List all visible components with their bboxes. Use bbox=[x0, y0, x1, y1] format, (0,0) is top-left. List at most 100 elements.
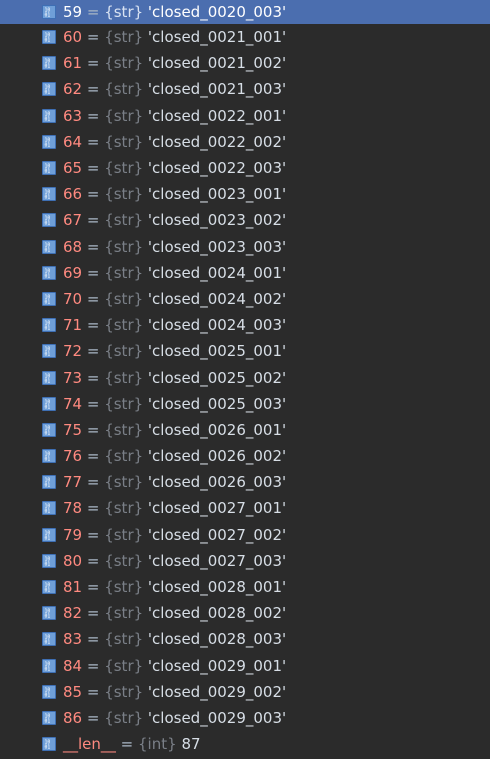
variable-index: 80 bbox=[63, 551, 83, 570]
variable-row[interactable]: 10 01 61 = {str} 'closed_0021_002' bbox=[0, 50, 490, 76]
svg-text:01: 01 bbox=[45, 587, 51, 592]
variable-text: 66 = {str} 'closed_0023_001' bbox=[63, 181, 286, 207]
variable-text: 84 = {str} 'closed_0029_001' bbox=[63, 653, 286, 679]
variable-value: 'closed_0029_002' bbox=[143, 682, 287, 701]
variable-row[interactable]: 10 01 77 = {str} 'closed_0026_003' bbox=[0, 469, 490, 495]
variable-row[interactable]: 10 01 60 = {str} 'closed_0021_001' bbox=[0, 24, 490, 50]
svg-text:01: 01 bbox=[45, 483, 51, 488]
svg-text:01: 01 bbox=[45, 692, 51, 697]
variable-index: 66 bbox=[63, 185, 83, 204]
svg-text:01: 01 bbox=[45, 325, 51, 330]
svg-text:01: 01 bbox=[45, 378, 51, 383]
variable-index: 69 bbox=[63, 263, 83, 282]
variable-value: 'closed_0024_001' bbox=[143, 263, 287, 282]
variable-row[interactable]: 10 01 75 = {str} 'closed_0026_001' bbox=[0, 417, 490, 443]
variable-value: 'closed_0023_002' bbox=[143, 211, 287, 230]
variable-text: 62 = {str} 'closed_0021_003' bbox=[63, 76, 286, 102]
variable-type: {str} bbox=[104, 237, 144, 256]
len-value: 87 bbox=[176, 735, 201, 754]
variable-type: {str} bbox=[104, 211, 144, 230]
variable-type: {str} bbox=[104, 316, 144, 335]
variable-index: 65 bbox=[63, 159, 83, 178]
variable-row[interactable]: 10 01 76 = {str} 'closed_0026_002' bbox=[0, 443, 490, 469]
variable-value: 'closed_0028_003' bbox=[143, 630, 287, 649]
variable-value: 'closed_0021_001' bbox=[143, 28, 287, 47]
variable-value: 'closed_0027_002' bbox=[143, 525, 287, 544]
variable-equals: = bbox=[82, 499, 105, 518]
variable-row[interactable]: 10 01 70 = {str} 'closed_0024_002' bbox=[0, 286, 490, 312]
variable-value: 'closed_0026_002' bbox=[143, 447, 287, 466]
variable-row[interactable]: 10 01 67 = {str} 'closed_0023_002' bbox=[0, 207, 490, 233]
variable-type: {str} bbox=[104, 420, 144, 439]
variable-equals: = bbox=[82, 447, 105, 466]
variable-row-selected[interactable]: 10 01 59 = {str} 'closed_0020_003' bbox=[0, 0, 490, 24]
variable-equals: = bbox=[82, 289, 105, 308]
variable-row[interactable]: 10 01 83 = {str} 'closed_0028_003' bbox=[0, 626, 490, 652]
variable-index: 85 bbox=[63, 682, 83, 701]
variable-value: 'closed_0025_003' bbox=[143, 394, 287, 413]
variable-row[interactable]: 10 01 81 = {str} 'closed_0028_001' bbox=[0, 574, 490, 600]
variable-equals: = bbox=[82, 473, 105, 492]
variable-value: 'closed_0029_003' bbox=[143, 708, 287, 727]
variable-index: 86 bbox=[63, 708, 83, 727]
binary-variable-icon: 10 01 bbox=[42, 265, 56, 280]
svg-text:01: 01 bbox=[45, 273, 51, 278]
variable-type: {str} bbox=[104, 447, 144, 466]
variable-row[interactable]: 10 01 85 = {str} 'closed_0029_002' bbox=[0, 679, 490, 705]
variable-text: 69 = {str} 'closed_0024_001' bbox=[63, 260, 286, 286]
variable-value: 'closed_0025_001' bbox=[143, 342, 287, 361]
variable-text: 70 = {str} 'closed_0024_002' bbox=[63, 286, 286, 312]
variable-text: 77 = {str} 'closed_0026_003' bbox=[63, 469, 286, 495]
variable-row[interactable]: 10 01 71 = {str} 'closed_0024_003' bbox=[0, 312, 490, 338]
variable-row[interactable]: 10 01 64 = {str} 'closed_0022_002' bbox=[0, 129, 490, 155]
variable-value: 'closed_0025_002' bbox=[143, 368, 287, 387]
variable-row[interactable]: 10 01 74 = {str} 'closed_0025_003' bbox=[0, 391, 490, 417]
binary-variable-icon: 10 01 bbox=[42, 606, 56, 621]
svg-text:01: 01 bbox=[45, 247, 51, 252]
variable-row[interactable]: 10 01 78 = {str} 'closed_0027_001' bbox=[0, 495, 490, 521]
variable-value: 'closed_0024_003' bbox=[143, 316, 287, 335]
variable-text: 82 = {str} 'closed_0028_002' bbox=[63, 600, 286, 626]
binary-variable-icon: 10 01 bbox=[42, 553, 56, 568]
variable-row[interactable]: 10 01 69 = {str} 'closed_0024_001' bbox=[0, 260, 490, 286]
variable-index: 61 bbox=[63, 54, 83, 73]
svg-text:01: 01 bbox=[45, 535, 51, 540]
variable-type: {str} bbox=[104, 682, 144, 701]
len-row[interactable]: 10 01 __len__ = {int} 87 bbox=[0, 731, 490, 757]
variable-row[interactable]: 10 01 86 = {str} 'closed_0029_003' bbox=[0, 705, 490, 731]
variable-row[interactable]: 10 01 66 = {str} 'closed_0023_001' bbox=[0, 181, 490, 207]
variable-value: 'closed_0023_003' bbox=[143, 237, 287, 256]
variable-text: 61 = {str} 'closed_0021_002' bbox=[63, 50, 286, 76]
variable-row[interactable]: 10 01 68 = {str} 'closed_0023_003' bbox=[0, 234, 490, 260]
binary-variable-icon: 10 01 bbox=[42, 213, 56, 228]
svg-text:01: 01 bbox=[45, 90, 51, 95]
variable-text: 80 = {str} 'closed_0027_003' bbox=[63, 548, 286, 574]
variable-index: 64 bbox=[63, 132, 83, 151]
variable-equals: = bbox=[82, 28, 105, 47]
variable-text: 65 = {str} 'closed_0022_003' bbox=[63, 155, 286, 181]
binary-variable-icon: 10 01 bbox=[42, 370, 56, 385]
variable-row[interactable]: 10 01 73 = {str} 'closed_0025_002' bbox=[0, 364, 490, 390]
variable-value: 'closed_0028_002' bbox=[143, 604, 287, 623]
binary-variable-icon: 10 01 bbox=[42, 161, 56, 176]
variable-value: 'closed_0023_001' bbox=[143, 185, 287, 204]
variable-row[interactable]: 10 01 65 = {str} 'closed_0022_003' bbox=[0, 155, 490, 181]
variable-index: 79 bbox=[63, 525, 83, 544]
variable-index: 62 bbox=[63, 80, 83, 99]
variable-row[interactable]: 10 01 62 = {str} 'closed_0021_003' bbox=[0, 76, 490, 102]
variable-row[interactable]: 10 01 80 = {str} 'closed_0027_003' bbox=[0, 548, 490, 574]
variable-row[interactable]: 10 01 72 = {str} 'closed_0025_001' bbox=[0, 338, 490, 364]
variable-text: 68 = {str} 'closed_0023_003' bbox=[63, 234, 286, 260]
variable-value: 'closed_0026_003' bbox=[143, 473, 287, 492]
variable-type: {str} bbox=[104, 185, 144, 204]
variable-equals: = bbox=[82, 604, 105, 623]
variable-row[interactable]: 10 01 84 = {str} 'closed_0029_001' bbox=[0, 653, 490, 679]
variable-row[interactable]: 10 01 63 = {str} 'closed_0022_001' bbox=[0, 103, 490, 129]
variable-text: 67 = {str} 'closed_0023_002' bbox=[63, 207, 286, 233]
variable-equals: = bbox=[82, 578, 105, 597]
variable-equals: = bbox=[82, 708, 105, 727]
variable-index: 73 bbox=[63, 368, 83, 387]
variable-row[interactable]: 10 01 82 = {str} 'closed_0028_002' bbox=[0, 600, 490, 626]
variable-index: 68 bbox=[63, 237, 83, 256]
variable-row[interactable]: 10 01 79 = {str} 'closed_0027_002' bbox=[0, 522, 490, 548]
